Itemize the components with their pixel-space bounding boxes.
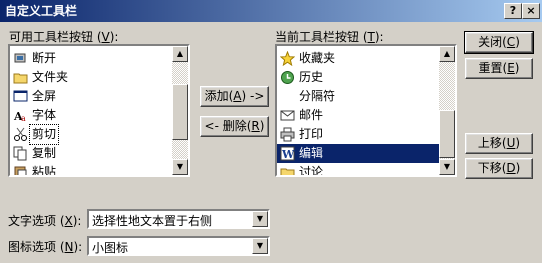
- svg-text:W: W: [281, 148, 295, 161]
- available-buttons-label: 可用工具栏按钮 (V):: [9, 30, 119, 44]
- svg-text:a: a: [21, 114, 26, 123]
- list-item[interactable]: 全屏: [10, 87, 188, 106]
- close-window-button[interactable]: ×: [522, 3, 540, 19]
- list-item[interactable]: 邮件: [277, 106, 455, 125]
- text-options-select[interactable]: 选择性地文本置于右侧 ▼: [87, 209, 270, 229]
- available-scrollbar[interactable]: ▲ ▼: [172, 46, 188, 175]
- remove-button[interactable]: <- 删除(R): [200, 116, 269, 137]
- scroll-down-arrow-icon[interactable]: ▼: [172, 159, 188, 175]
- window-title: 自定义工具栏: [5, 4, 78, 18]
- list-item[interactable]: 收藏夹: [277, 49, 455, 68]
- fullscreen-icon: [13, 90, 28, 102]
- paste-icon: [14, 166, 27, 175]
- list-item-focused[interactable]: 剪切: [10, 124, 188, 145]
- list-item[interactable]: Aa 字体: [10, 106, 188, 125]
- scroll-thumb[interactable]: [172, 84, 188, 140]
- list-item[interactable]: 文件夹: [10, 68, 188, 87]
- list-item[interactable]: 粘贴: [10, 163, 188, 175]
- scroll-thumb[interactable]: [439, 110, 455, 158]
- list-item[interactable]: 打印: [277, 125, 455, 144]
- current-buttons-label: 当前工具栏按钮 (T):: [275, 30, 384, 44]
- help-button[interactable]: ?: [504, 3, 522, 19]
- copy-icon: [13, 146, 27, 161]
- current-buttons-list[interactable]: 收藏夹 历史 分隔符 邮件 打印 W 编辑 讨论 ▲ ▼: [275, 44, 457, 177]
- reset-button[interactable]: 重置(E): [465, 58, 533, 79]
- title-bar: 自定义工具栏: [0, 0, 542, 22]
- icon-options-label: 图标选项 (N):: [8, 240, 83, 254]
- list-item[interactable]: 讨论: [277, 163, 455, 175]
- move-down-button[interactable]: 下移(D): [465, 158, 533, 179]
- scissors-icon: [14, 127, 27, 141]
- printer-icon: [280, 127, 295, 142]
- list-item[interactable]: 历史: [277, 68, 455, 87]
- add-button[interactable]: 添加(A) ->: [200, 86, 269, 107]
- chevron-down-icon[interactable]: ▼: [252, 238, 268, 254]
- available-buttons-list[interactable]: 断开 文件夹 全屏 Aa 字体 剪切 复制 粘贴 ▲ ▼: [8, 44, 190, 177]
- list-item-selected[interactable]: W 编辑: [277, 144, 455, 163]
- list-item[interactable]: 分隔符: [277, 87, 455, 106]
- close-button[interactable]: 关闭(C): [464, 31, 534, 54]
- font-icon: Aa: [13, 110, 26, 123]
- chevron-down-icon[interactable]: ▼: [252, 211, 268, 227]
- mail-icon: [280, 110, 295, 121]
- folder-icon: [13, 73, 28, 84]
- history-icon: [281, 71, 294, 84]
- text-options-label: 文字选项 (X):: [8, 214, 82, 228]
- move-up-button[interactable]: 上移(U): [465, 133, 533, 154]
- scroll-up-arrow-icon[interactable]: ▲: [439, 46, 455, 62]
- discuss-icon: [280, 168, 295, 175]
- star-icon: [280, 51, 295, 66]
- scroll-down-arrow-icon[interactable]: ▼: [439, 159, 455, 175]
- list-item[interactable]: 断开: [10, 49, 188, 68]
- current-scrollbar[interactable]: ▲ ▼: [439, 46, 455, 175]
- scroll-up-arrow-icon[interactable]: ▲: [172, 46, 188, 62]
- list-item[interactable]: 复制: [10, 144, 188, 163]
- icon-options-select[interactable]: 小图标 ▼: [87, 236, 270, 256]
- edit-icon: W: [280, 146, 295, 161]
- disconnect-icon: [14, 53, 26, 63]
